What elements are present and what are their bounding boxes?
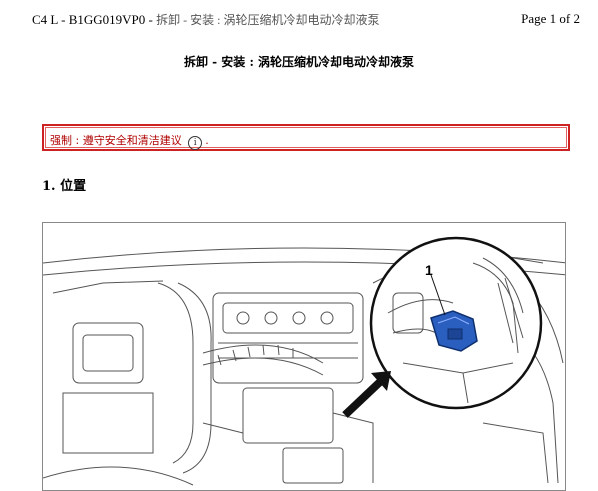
engine-bay-illustration [42, 222, 566, 491]
header-doc-ref: C4 L - B1GG019VP0 - 拆卸 - 安装 : 涡轮压缩机冷却电动冷… [32, 11, 379, 28]
header-doc-code: C4 L - B1GG019VP0 - [32, 12, 157, 27]
warning-text: 强制 : 遵守安全和清洁建议 i. [50, 132, 209, 150]
document-title: 拆卸 - 安装 : 涡轮压缩机冷却电动冷却液泵 [183, 55, 415, 69]
section-heading: 1. 位置 [42, 175, 86, 194]
warning-box: 强制 : 遵守安全和清洁建议 i. [42, 124, 570, 151]
page-number: Page 1 of 2 [521, 11, 580, 26]
warning-label: 强制 [50, 134, 72, 147]
engine-bay-drawing [43, 236, 565, 486]
callout-label-1: 1 [425, 262, 433, 278]
warning-message: : 遵守安全和清洁建议 [72, 134, 182, 147]
info-icon[interactable]: i [188, 136, 203, 150]
header-doc-title: 拆卸 - 安装 : 涡轮压缩机冷却电动冷却液泵 [156, 13, 380, 27]
warning-suffix: . [205, 134, 209, 147]
section-number: 1. [42, 179, 56, 194]
section-title: 位置 [60, 179, 87, 194]
